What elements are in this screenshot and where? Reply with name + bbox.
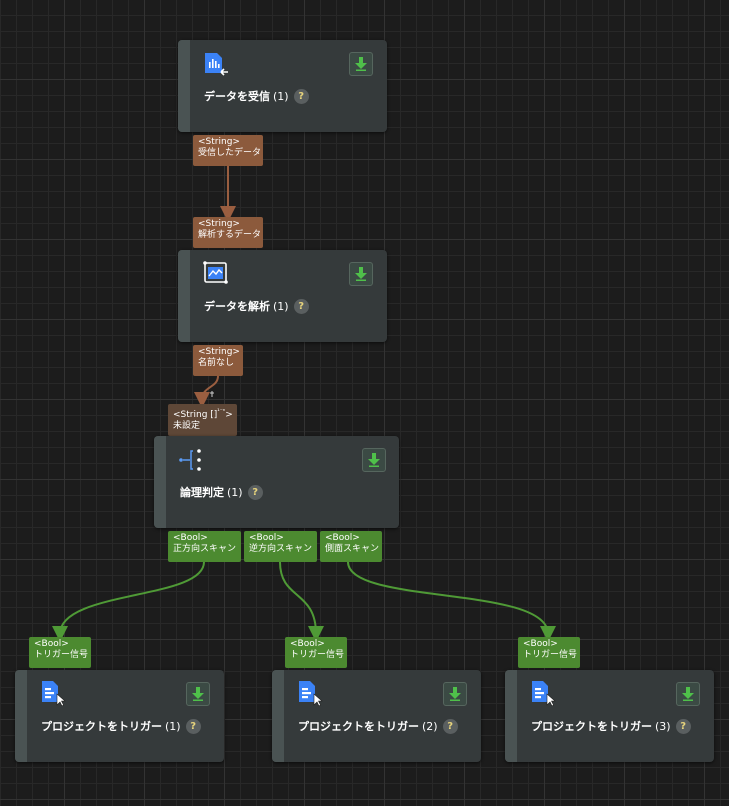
port-logic-output-side[interactable]: <Bool> 側面スキャン	[320, 531, 382, 562]
edge-logic-to-trigger3[interactable]	[347, 561, 556, 642]
download-arrow-icon	[192, 687, 204, 701]
port-logic-output-reverse[interactable]: <Bool> 逆方向スキャン	[244, 531, 317, 562]
edge-logic-to-trigger2[interactable]	[279, 561, 324, 642]
port-trigger3-input[interactable]: <Bool> トリガー信号	[518, 637, 580, 668]
node-title-text: データを解析	[204, 300, 270, 313]
port-name: 名前なし	[198, 358, 235, 368]
download-arrow-icon	[368, 453, 380, 467]
node-receive-data[interactable]: データを受信 (1) ?	[178, 40, 387, 132]
port-name: 解析するデータ	[198, 230, 262, 240]
node-stripe	[178, 40, 190, 132]
port-parse-output[interactable]: <String> 名前なし	[193, 345, 243, 376]
trigger-project-icon	[297, 680, 323, 707]
download-button[interactable]	[676, 682, 700, 706]
download-arrow-icon	[449, 687, 461, 701]
node-instance-number: (1)	[227, 485, 243, 499]
node-parse-data[interactable]: データを解析 (1) ?	[178, 250, 387, 342]
edge-parse-to-logic[interactable]	[194, 375, 219, 408]
port-type: <Bool>	[290, 639, 325, 649]
receive-data-icon	[202, 52, 228, 78]
help-icon[interactable]: ?	[442, 718, 458, 734]
port-type: <String>	[198, 219, 240, 229]
node-instance-number: (3)	[655, 719, 671, 733]
node-trigger-project-2[interactable]: プロジェクトをトリガー (2) ?	[272, 670, 481, 762]
node-title-text: プロジェクトをトリガー	[298, 720, 419, 733]
download-arrow-icon	[355, 57, 367, 71]
node-title-text: プロジェクトをトリガー	[41, 720, 162, 733]
download-arrow-icon	[682, 687, 694, 701]
node-stripe	[15, 670, 27, 762]
port-name: トリガー信号	[34, 650, 89, 660]
node-stripe	[178, 250, 190, 342]
download-button[interactable]	[349, 52, 373, 76]
node-title: 論理判定 (1) ?	[180, 484, 263, 500]
port-type: <String []¹⁻ⁿ>	[173, 406, 233, 421]
flow-canvas[interactable]: データを受信 (1) ? <String> 受信したデータ <String> 解…	[0, 0, 729, 806]
port-trigger1-input[interactable]: <Bool> トリガー信号	[29, 637, 91, 668]
parse-data-icon	[203, 260, 229, 286]
node-logic-judgement[interactable]: 論理判定 (1) ?	[154, 436, 399, 528]
node-title: プロジェクトをトリガー (1) ?	[41, 718, 201, 734]
port-name: 側面スキャン	[325, 544, 380, 554]
port-parse-input[interactable]: <String> 解析するデータ	[193, 217, 263, 248]
trigger-project-icon	[40, 680, 66, 707]
port-type: <Bool>	[249, 533, 284, 543]
node-stripe	[272, 670, 284, 762]
download-button[interactable]	[362, 448, 386, 472]
node-title-text: データを受信	[204, 90, 270, 103]
port-name: トリガー信号	[523, 650, 578, 660]
node-title-text: 論理判定	[180, 486, 224, 499]
port-logic-output-forward[interactable]: <Bool> 正方向スキャン	[168, 531, 241, 562]
trigger-project-icon	[530, 680, 556, 707]
port-type: <Bool>	[34, 639, 69, 649]
port-name: 受信したデータ	[198, 148, 262, 158]
node-trigger-project-3[interactable]: プロジェクトをトリガー (3) ?	[505, 670, 714, 762]
port-type-close: >	[225, 410, 233, 420]
pin-icon	[210, 391, 214, 397]
port-type: <Bool>	[523, 639, 558, 649]
node-trigger-project-1[interactable]: プロジェクトをトリガー (1) ?	[15, 670, 224, 762]
node-instance-number: (1)	[273, 299, 289, 313]
node-title: データを受信 (1) ?	[204, 88, 309, 104]
node-instance-number: (1)	[165, 719, 181, 733]
node-stripe	[505, 670, 517, 762]
port-type: <String>	[198, 137, 240, 147]
port-type-base: <String []	[173, 410, 218, 420]
node-title: プロジェクトをトリガー (3) ?	[531, 718, 691, 734]
help-icon[interactable]: ?	[185, 718, 201, 734]
port-receive-output[interactable]: <String> 受信したデータ	[193, 135, 263, 166]
port-name: 未設定	[173, 421, 201, 431]
help-icon[interactable]: ?	[675, 718, 691, 734]
port-type: <Bool>	[173, 533, 208, 543]
edge-logic-to-trigger1[interactable]	[52, 561, 205, 642]
help-icon[interactable]: ?	[247, 484, 263, 500]
logic-branch-icon	[178, 448, 204, 474]
port-type: <Bool>	[325, 533, 360, 543]
help-icon[interactable]: ?	[293, 298, 309, 314]
port-name: トリガー信号	[290, 650, 345, 660]
download-button[interactable]	[186, 682, 210, 706]
node-title: プロジェクトをトリガー (2) ?	[298, 718, 458, 734]
node-title-text: プロジェクトをトリガー	[531, 720, 652, 733]
port-logic-input[interactable]: <String []¹⁻ⁿ> 未設定	[168, 404, 237, 436]
download-arrow-icon	[355, 267, 367, 281]
port-trigger2-input[interactable]: <Bool> トリガー信号	[285, 637, 347, 668]
port-type: <String>	[198, 347, 240, 357]
download-button[interactable]	[349, 262, 373, 286]
node-stripe	[154, 436, 166, 528]
node-instance-number: (1)	[273, 89, 289, 103]
port-name: 正方向スキャン	[173, 544, 237, 554]
download-button[interactable]	[443, 682, 467, 706]
node-instance-number: (2)	[422, 719, 438, 733]
help-icon[interactable]: ?	[293, 88, 309, 104]
node-title: データを解析 (1) ?	[204, 298, 309, 314]
port-name: 逆方向スキャン	[249, 544, 313, 554]
